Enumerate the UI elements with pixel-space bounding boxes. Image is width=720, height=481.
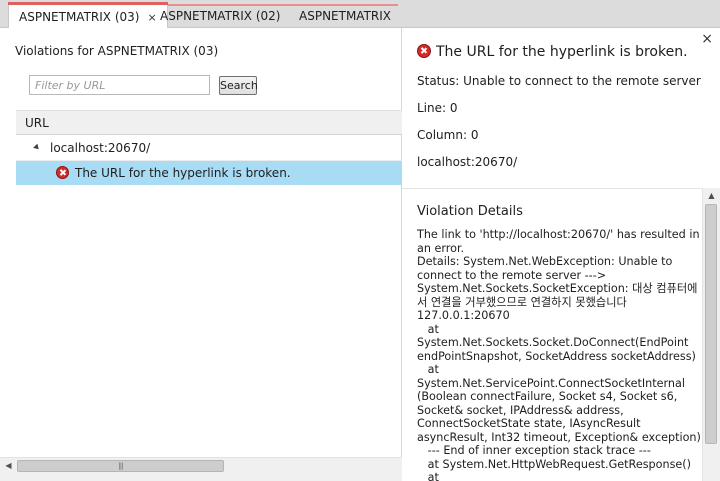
- tab-label: ASPNETMATRIX: [299, 9, 392, 23]
- tree-group-row[interactable]: localhost:20670/: [16, 135, 402, 161]
- error-icon: [417, 44, 431, 58]
- line-number: Line: 0: [417, 101, 458, 115]
- detail-title-text: The URL for the hyperlink is broken.: [436, 44, 688, 60]
- group-label: localhost:20670/: [50, 141, 151, 155]
- scroll-up-icon[interactable]: ▲: [703, 188, 720, 204]
- scroll-thumb[interactable]: [705, 204, 717, 444]
- url-value: localhost:20670/: [417, 155, 518, 169]
- column-number: Column: 0: [417, 128, 479, 142]
- tab-label: ASPNETMATRIX (02): [160, 9, 281, 23]
- tab-aspnetmatrix[interactable]: ASPNETMATRIX: [289, 4, 401, 28]
- violation-details-text: The link to 'http://localhost:20670/' ha…: [417, 228, 701, 481]
- close-icon[interactable]: ×: [701, 31, 713, 47]
- tab-aspnetmatrix-03[interactable]: ASPNETMATRIX (03) ×: [8, 2, 168, 29]
- detail-title: The URL for the hyperlink is broken.: [417, 44, 688, 60]
- tab-label: ASPNETMATRIX (03): [19, 10, 140, 24]
- status-strip: [0, 474, 402, 481]
- violations-pane: Violations for ASPNETMATRIX (03) Search …: [0, 28, 402, 481]
- details-pane: × The URL for the hyperlink is broken. S…: [402, 28, 720, 481]
- filter-by-url-input[interactable]: [29, 75, 210, 95]
- violation-details-title: Violation Details: [417, 204, 523, 219]
- tab-strip: ASPNETMATRIX (03) × ASPNETMATRIX (02) ASP…: [0, 0, 720, 29]
- vertical-scrollbar[interactable]: ▲: [702, 188, 720, 481]
- expander-icon[interactable]: [33, 143, 41, 152]
- status-line: Status: Unable to connect to the remote …: [417, 74, 701, 88]
- error-icon: [56, 166, 69, 179]
- tab-aspnetmatrix-02[interactable]: ASPNETMATRIX (02): [150, 4, 290, 28]
- scroll-left-icon[interactable]: ◀: [0, 458, 17, 474]
- column-header-url[interactable]: URL: [16, 110, 402, 135]
- horizontal-scrollbar[interactable]: ◀ |||: [0, 457, 402, 474]
- search-button[interactable]: Search: [219, 76, 258, 95]
- scroll-thumb[interactable]: |||: [17, 460, 224, 472]
- violations-title: Violations for ASPNETMATRIX (03): [15, 44, 219, 58]
- violation-label: The URL for the hyperlink is broken.: [75, 166, 291, 180]
- violation-row-selected[interactable]: The URL for the hyperlink is broken.: [16, 161, 402, 185]
- scroll-grip: |||: [118, 462, 123, 470]
- divider: [402, 188, 720, 189]
